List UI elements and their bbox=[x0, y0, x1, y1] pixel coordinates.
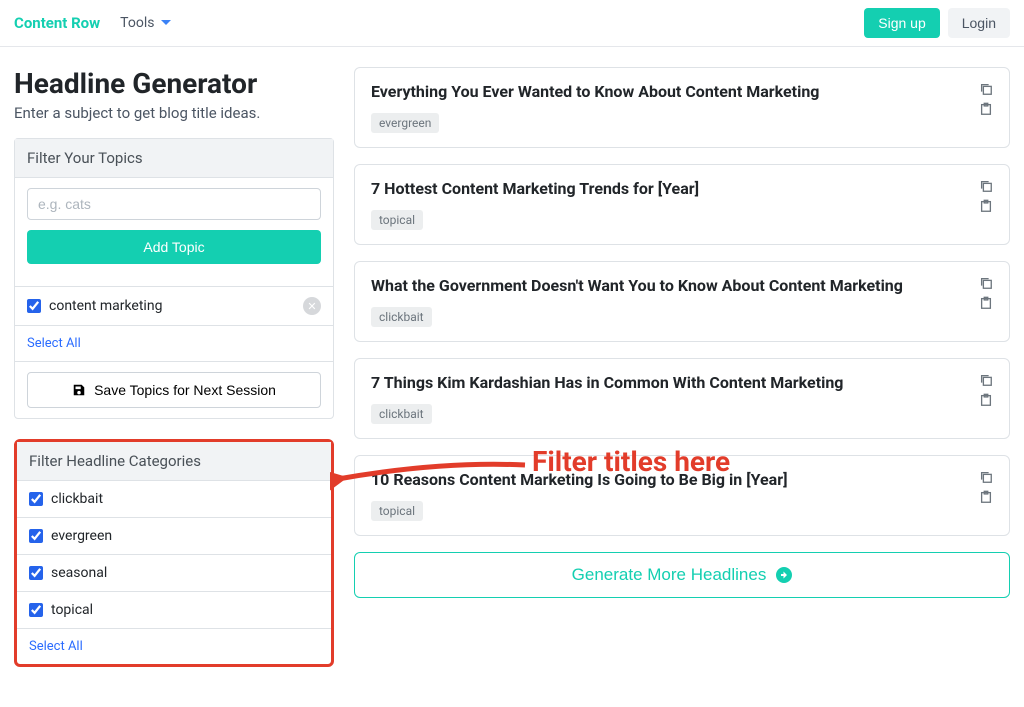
add-topic-button[interactable]: Add Topic bbox=[27, 230, 321, 264]
category-checkbox[interactable] bbox=[29, 603, 43, 617]
copy-icon[interactable] bbox=[979, 373, 993, 387]
filter-topics-panel: Filter Your Topics Add Topic content mar… bbox=[14, 138, 334, 419]
headline-card: 7 Hottest Content Marketing Trends for [… bbox=[354, 164, 1010, 245]
arrow-circle-right-icon bbox=[776, 567, 792, 583]
headline-title: 7 Hottest Content Marketing Trends for [… bbox=[371, 179, 699, 198]
filter-topics-header: Filter Your Topics bbox=[15, 139, 333, 178]
generate-more-button[interactable]: Generate More Headlines bbox=[354, 552, 1010, 598]
category-label: seasonal bbox=[51, 565, 107, 581]
headline-title: What the Government Doesn't Want You to … bbox=[371, 276, 903, 295]
headline-card: Everything You Ever Wanted to Know About… bbox=[354, 67, 1010, 148]
headline-title: 10 Reasons Content Marketing Is Going to… bbox=[371, 470, 788, 489]
filter-categories-panel: Filter Headline Categories clickbait ever… bbox=[14, 439, 334, 667]
select-all-topics-link[interactable]: Select All bbox=[15, 325, 333, 361]
save-topics-label: Save Topics for Next Session bbox=[94, 382, 276, 398]
clipboard-icon[interactable] bbox=[979, 296, 993, 310]
headline-title: 7 Things Kim Kardashian Has in Common Wi… bbox=[371, 373, 843, 392]
headline-tag: topical bbox=[371, 501, 423, 521]
headline-title: Everything You Ever Wanted to Know About… bbox=[371, 82, 819, 101]
save-topics-button[interactable]: Save Topics for Next Session bbox=[27, 372, 321, 408]
remove-topic-button[interactable]: ✕ bbox=[303, 297, 321, 315]
chevron-down-icon bbox=[160, 17, 172, 29]
tools-label: Tools bbox=[120, 15, 154, 31]
topic-label: content marketing bbox=[49, 298, 162, 314]
save-icon bbox=[72, 383, 86, 397]
category-row: evergreen bbox=[17, 517, 331, 554]
headline-tag: evergreen bbox=[371, 113, 439, 133]
category-label: clickbait bbox=[51, 491, 103, 507]
headline-card: 10 Reasons Content Marketing Is Going to… bbox=[354, 455, 1010, 536]
copy-icon[interactable] bbox=[979, 179, 993, 193]
brand-logo[interactable]: Content Row bbox=[14, 14, 100, 32]
select-all-categories-link[interactable]: Select All bbox=[17, 628, 331, 664]
topic-checkbox[interactable] bbox=[27, 299, 41, 313]
clipboard-icon[interactable] bbox=[979, 102, 993, 116]
category-checkbox[interactable] bbox=[29, 492, 43, 506]
headline-tag: topical bbox=[371, 210, 423, 230]
category-checkbox[interactable] bbox=[29, 566, 43, 580]
clipboard-icon[interactable] bbox=[979, 490, 993, 504]
headline-card: What the Government Doesn't Want You to … bbox=[354, 261, 1010, 342]
category-label: evergreen bbox=[51, 528, 112, 544]
page-title: Headline Generator bbox=[14, 67, 334, 100]
clipboard-icon[interactable] bbox=[979, 393, 993, 407]
copy-icon[interactable] bbox=[979, 470, 993, 484]
clipboard-icon[interactable] bbox=[979, 199, 993, 213]
page-subtitle: Enter a subject to get blog title ideas. bbox=[14, 104, 334, 122]
category-checkbox[interactable] bbox=[29, 529, 43, 543]
category-label: topical bbox=[51, 602, 93, 618]
filter-categories-header: Filter Headline Categories bbox=[17, 442, 331, 481]
headline-tag: clickbait bbox=[371, 307, 432, 327]
topic-row: content marketing ✕ bbox=[15, 286, 333, 325]
topic-input[interactable] bbox=[27, 188, 321, 220]
category-row: clickbait bbox=[17, 481, 331, 517]
login-button[interactable]: Login bbox=[948, 8, 1010, 38]
category-row: topical bbox=[17, 591, 331, 628]
headline-tag: clickbait bbox=[371, 404, 432, 424]
signup-button[interactable]: Sign up bbox=[864, 8, 939, 38]
headline-card: 7 Things Kim Kardashian Has in Common Wi… bbox=[354, 358, 1010, 439]
tools-dropdown[interactable]: Tools bbox=[120, 15, 172, 31]
copy-icon[interactable] bbox=[979, 276, 993, 290]
close-icon: ✕ bbox=[307, 300, 316, 313]
generate-more-label: Generate More Headlines bbox=[572, 565, 767, 585]
copy-icon[interactable] bbox=[979, 82, 993, 96]
category-row: seasonal bbox=[17, 554, 331, 591]
top-navbar: Content Row Tools Sign up Login bbox=[0, 0, 1024, 47]
